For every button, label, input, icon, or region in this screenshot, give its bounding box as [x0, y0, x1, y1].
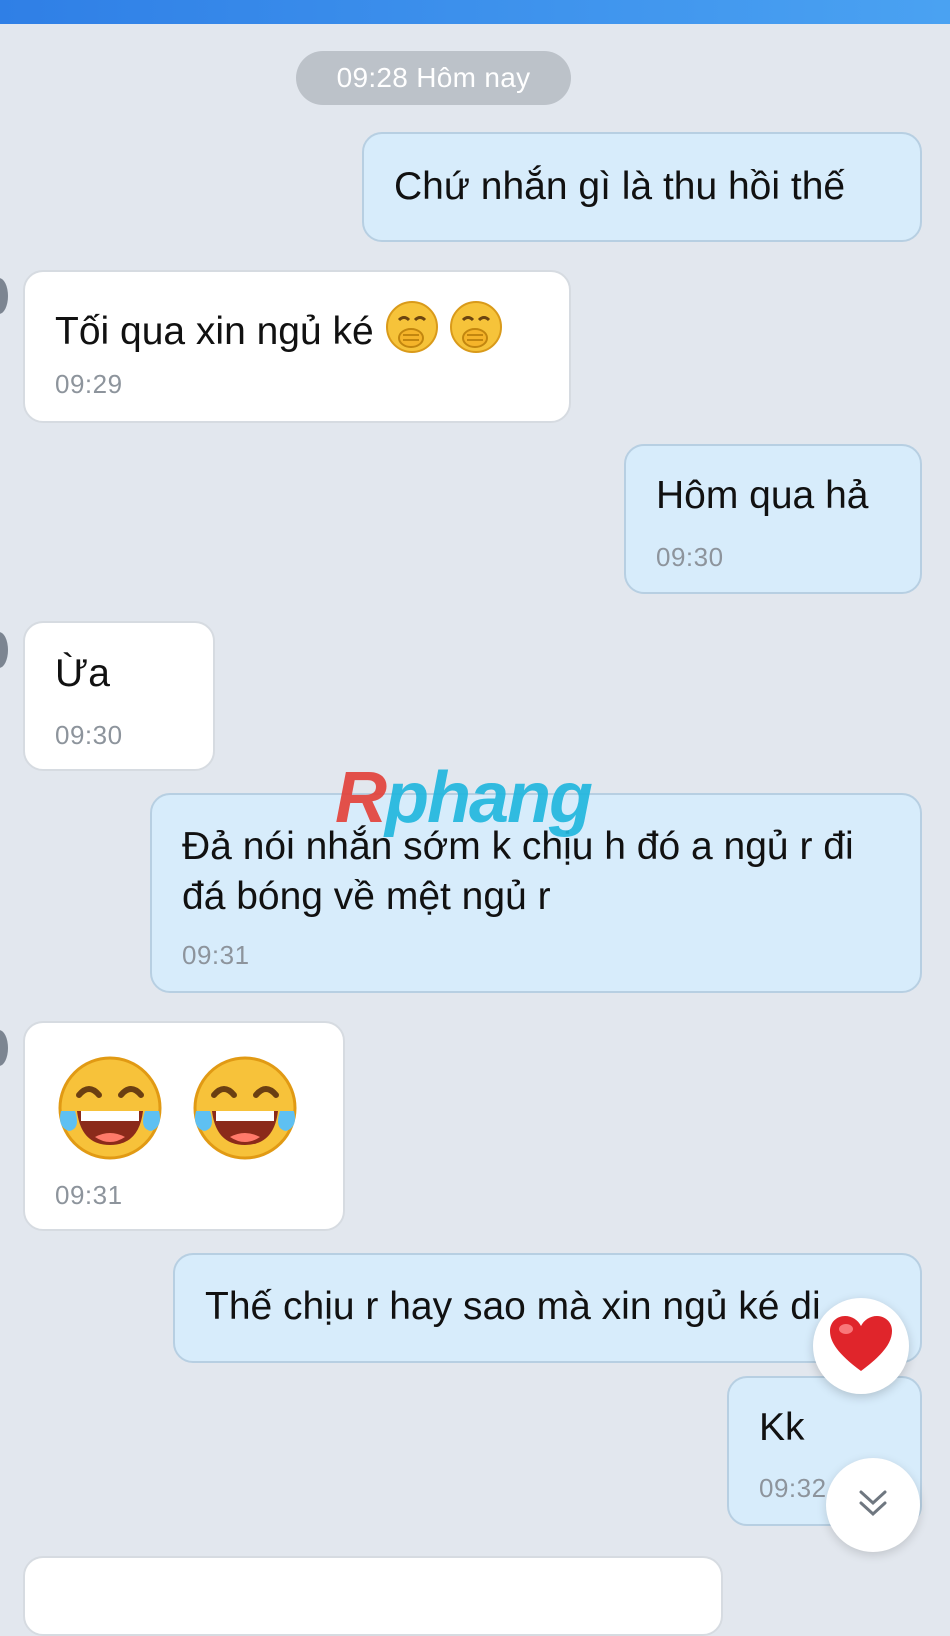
- message-time: 09:29: [55, 369, 123, 399]
- avatar[interactable]: [0, 632, 8, 668]
- date-divider: 09:28 Hôm nay: [296, 51, 571, 105]
- message-bubble-outgoing[interactable]: Chứ nhắn gì là thu hồi thế: [362, 132, 922, 242]
- hand-over-mouth-emoji-icon: [449, 300, 503, 367]
- avatar[interactable]: [0, 1030, 8, 1066]
- hand-over-mouth-emoji-icon: [385, 300, 439, 367]
- message-bubble-incoming[interactable]: Tối qua xin ngủ ké 09:29: [23, 270, 571, 423]
- message-time: 09:31: [55, 1180, 123, 1210]
- message-text: Kk: [759, 1406, 805, 1449]
- status-bar: [0, 0, 950, 24]
- heart-icon: [828, 1314, 894, 1379]
- tears-of-joy-emoji-icon: [190, 1053, 300, 1206]
- message-time: 09:32: [759, 1473, 827, 1503]
- message-bubble-incoming[interactable]: [23, 1556, 723, 1636]
- watermark-logo: Rphang: [335, 758, 593, 838]
- message-bubble-incoming[interactable]: 09:31: [23, 1021, 345, 1231]
- message-text: Ừa: [55, 652, 110, 695]
- message-time: 09:30: [656, 542, 724, 572]
- message-text: Chứ nhắn gì là thu hồi thế: [394, 165, 846, 208]
- message-time: 09:30: [55, 720, 123, 750]
- message-text: Tối qua xin ngủ ké: [55, 309, 374, 353]
- message-bubble-outgoing[interactable]: Thế chịu r hay sao mà xin ngủ ké di: [173, 1253, 922, 1363]
- double-chevron-down-icon: [856, 1486, 890, 1525]
- message-text-row: Tối qua xin ngủ ké: [55, 300, 549, 367]
- message-text: Hôm qua hả: [656, 474, 869, 517]
- message-bubble-outgoing[interactable]: Hôm qua hả 09:30: [624, 444, 922, 594]
- scroll-to-bottom-button[interactable]: [826, 1458, 920, 1552]
- message-text: Thế chịu r hay sao mà xin ngủ ké di: [205, 1285, 821, 1328]
- avatar[interactable]: [0, 278, 8, 314]
- message-time: 09:31: [182, 940, 250, 970]
- reaction-button[interactable]: [813, 1298, 909, 1394]
- message-bubble-incoming[interactable]: Ừa 09:30: [23, 621, 215, 771]
